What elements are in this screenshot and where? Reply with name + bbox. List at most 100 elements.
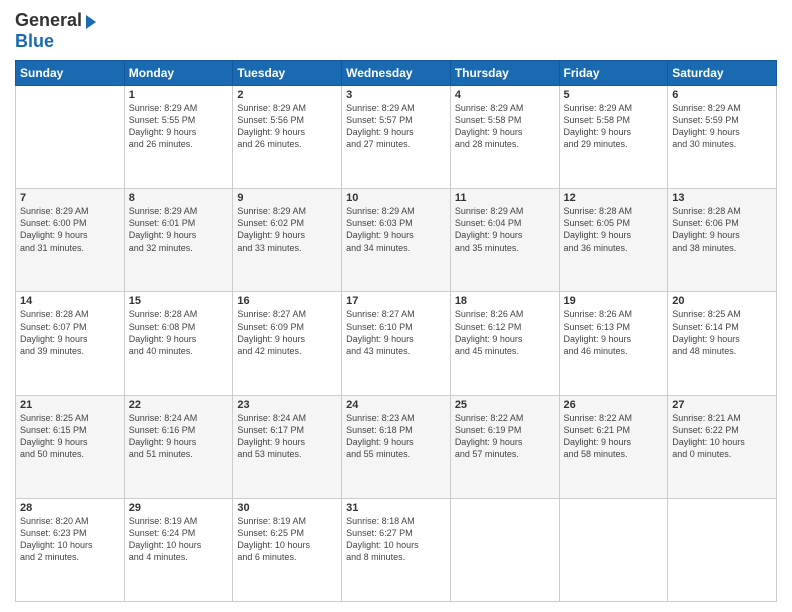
day-info: Sunrise: 8:28 AMSunset: 6:05 PMDaylight:… <box>564 205 664 254</box>
day-number: 23 <box>237 399 337 411</box>
day-info: Sunrise: 8:25 AMSunset: 6:14 PMDaylight:… <box>672 308 772 357</box>
day-number: 9 <box>237 192 337 204</box>
week-row-4: 21Sunrise: 8:25 AMSunset: 6:15 PMDayligh… <box>16 395 777 498</box>
day-cell: 27Sunrise: 8:21 AMSunset: 6:22 PMDayligh… <box>668 395 777 498</box>
day-cell: 13Sunrise: 8:28 AMSunset: 6:06 PMDayligh… <box>668 189 777 292</box>
day-cell: 4Sunrise: 8:29 AMSunset: 5:58 PMDaylight… <box>450 86 559 189</box>
col-header-thursday: Thursday <box>450 61 559 86</box>
day-number: 13 <box>672 192 772 204</box>
day-info: Sunrise: 8:27 AMSunset: 6:10 PMDaylight:… <box>346 308 446 357</box>
day-cell: 20Sunrise: 8:25 AMSunset: 6:14 PMDayligh… <box>668 292 777 395</box>
day-number: 3 <box>346 89 446 101</box>
day-number: 4 <box>455 89 555 101</box>
day-cell: 8Sunrise: 8:29 AMSunset: 6:01 PMDaylight… <box>124 189 233 292</box>
day-number: 10 <box>346 192 446 204</box>
day-cell: 5Sunrise: 8:29 AMSunset: 5:58 PMDaylight… <box>559 86 668 189</box>
day-info: Sunrise: 8:29 AMSunset: 5:59 PMDaylight:… <box>672 102 772 151</box>
week-row-2: 7Sunrise: 8:29 AMSunset: 6:00 PMDaylight… <box>16 189 777 292</box>
day-number: 21 <box>20 399 120 411</box>
day-cell: 19Sunrise: 8:26 AMSunset: 6:13 PMDayligh… <box>559 292 668 395</box>
day-info: Sunrise: 8:28 AMSunset: 6:07 PMDaylight:… <box>20 308 120 357</box>
day-info: Sunrise: 8:28 AMSunset: 6:08 PMDaylight:… <box>129 308 229 357</box>
day-cell: 15Sunrise: 8:28 AMSunset: 6:08 PMDayligh… <box>124 292 233 395</box>
day-number: 20 <box>672 295 772 307</box>
day-cell: 10Sunrise: 8:29 AMSunset: 6:03 PMDayligh… <box>342 189 451 292</box>
day-cell: 16Sunrise: 8:27 AMSunset: 6:09 PMDayligh… <box>233 292 342 395</box>
day-info: Sunrise: 8:24 AMSunset: 6:16 PMDaylight:… <box>129 412 229 461</box>
day-info: Sunrise: 8:28 AMSunset: 6:06 PMDaylight:… <box>672 205 772 254</box>
day-cell: 25Sunrise: 8:22 AMSunset: 6:19 PMDayligh… <box>450 395 559 498</box>
day-cell: 9Sunrise: 8:29 AMSunset: 6:02 PMDaylight… <box>233 189 342 292</box>
day-number: 6 <box>672 89 772 101</box>
calendar-header-row: SundayMondayTuesdayWednesdayThursdayFrid… <box>16 61 777 86</box>
day-number: 22 <box>129 399 229 411</box>
day-cell: 1Sunrise: 8:29 AMSunset: 5:55 PMDaylight… <box>124 86 233 189</box>
day-cell: 26Sunrise: 8:22 AMSunset: 6:21 PMDayligh… <box>559 395 668 498</box>
day-info: Sunrise: 8:18 AMSunset: 6:27 PMDaylight:… <box>346 515 446 564</box>
day-cell <box>16 86 125 189</box>
logo-general-text: General <box>15 10 82 31</box>
week-row-3: 14Sunrise: 8:28 AMSunset: 6:07 PMDayligh… <box>16 292 777 395</box>
calendar: SundayMondayTuesdayWednesdayThursdayFrid… <box>15 60 777 602</box>
day-number: 28 <box>20 502 120 514</box>
day-number: 16 <box>237 295 337 307</box>
day-info: Sunrise: 8:29 AMSunset: 5:56 PMDaylight:… <box>237 102 337 151</box>
day-number: 30 <box>237 502 337 514</box>
day-info: Sunrise: 8:22 AMSunset: 6:19 PMDaylight:… <box>455 412 555 461</box>
day-info: Sunrise: 8:29 AMSunset: 5:57 PMDaylight:… <box>346 102 446 151</box>
col-header-saturday: Saturday <box>668 61 777 86</box>
day-info: Sunrise: 8:23 AMSunset: 6:18 PMDaylight:… <box>346 412 446 461</box>
day-cell: 29Sunrise: 8:19 AMSunset: 6:24 PMDayligh… <box>124 498 233 601</box>
day-info: Sunrise: 8:24 AMSunset: 6:17 PMDaylight:… <box>237 412 337 461</box>
day-info: Sunrise: 8:22 AMSunset: 6:21 PMDaylight:… <box>564 412 664 461</box>
day-cell: 22Sunrise: 8:24 AMSunset: 6:16 PMDayligh… <box>124 395 233 498</box>
logo-blue-text: Blue <box>15 31 54 52</box>
day-cell: 11Sunrise: 8:29 AMSunset: 6:04 PMDayligh… <box>450 189 559 292</box>
day-cell: 3Sunrise: 8:29 AMSunset: 5:57 PMDaylight… <box>342 86 451 189</box>
day-number: 31 <box>346 502 446 514</box>
day-number: 19 <box>564 295 664 307</box>
page: General Blue SundayMondayTuesdayWednesda… <box>0 0 792 612</box>
day-info: Sunrise: 8:29 AMSunset: 6:01 PMDaylight:… <box>129 205 229 254</box>
day-info: Sunrise: 8:29 AMSunset: 5:58 PMDaylight:… <box>564 102 664 151</box>
day-number: 24 <box>346 399 446 411</box>
col-header-monday: Monday <box>124 61 233 86</box>
day-info: Sunrise: 8:26 AMSunset: 6:12 PMDaylight:… <box>455 308 555 357</box>
day-cell <box>559 498 668 601</box>
col-header-tuesday: Tuesday <box>233 61 342 86</box>
day-info: Sunrise: 8:29 AMSunset: 6:00 PMDaylight:… <box>20 205 120 254</box>
day-cell: 28Sunrise: 8:20 AMSunset: 6:23 PMDayligh… <box>16 498 125 601</box>
day-cell <box>668 498 777 601</box>
day-cell: 6Sunrise: 8:29 AMSunset: 5:59 PMDaylight… <box>668 86 777 189</box>
day-number: 29 <box>129 502 229 514</box>
day-cell <box>450 498 559 601</box>
day-number: 2 <box>237 89 337 101</box>
logo: General Blue <box>15 10 96 52</box>
day-cell: 23Sunrise: 8:24 AMSunset: 6:17 PMDayligh… <box>233 395 342 498</box>
day-info: Sunrise: 8:19 AMSunset: 6:25 PMDaylight:… <box>237 515 337 564</box>
day-cell: 12Sunrise: 8:28 AMSunset: 6:05 PMDayligh… <box>559 189 668 292</box>
header: General Blue <box>15 10 777 52</box>
logo-arrow-icon <box>86 15 96 29</box>
day-number: 26 <box>564 399 664 411</box>
day-info: Sunrise: 8:19 AMSunset: 6:24 PMDaylight:… <box>129 515 229 564</box>
day-number: 8 <box>129 192 229 204</box>
day-cell: 21Sunrise: 8:25 AMSunset: 6:15 PMDayligh… <box>16 395 125 498</box>
day-info: Sunrise: 8:29 AMSunset: 6:02 PMDaylight:… <box>237 205 337 254</box>
week-row-5: 28Sunrise: 8:20 AMSunset: 6:23 PMDayligh… <box>16 498 777 601</box>
day-cell: 18Sunrise: 8:26 AMSunset: 6:12 PMDayligh… <box>450 292 559 395</box>
col-header-sunday: Sunday <box>16 61 125 86</box>
day-cell: 2Sunrise: 8:29 AMSunset: 5:56 PMDaylight… <box>233 86 342 189</box>
day-cell: 7Sunrise: 8:29 AMSunset: 6:00 PMDaylight… <box>16 189 125 292</box>
day-number: 17 <box>346 295 446 307</box>
day-number: 18 <box>455 295 555 307</box>
day-number: 5 <box>564 89 664 101</box>
col-header-wednesday: Wednesday <box>342 61 451 86</box>
day-info: Sunrise: 8:27 AMSunset: 6:09 PMDaylight:… <box>237 308 337 357</box>
day-cell: 31Sunrise: 8:18 AMSunset: 6:27 PMDayligh… <box>342 498 451 601</box>
day-number: 1 <box>129 89 229 101</box>
day-info: Sunrise: 8:21 AMSunset: 6:22 PMDaylight:… <box>672 412 772 461</box>
day-cell: 17Sunrise: 8:27 AMSunset: 6:10 PMDayligh… <box>342 292 451 395</box>
day-number: 27 <box>672 399 772 411</box>
day-info: Sunrise: 8:25 AMSunset: 6:15 PMDaylight:… <box>20 412 120 461</box>
